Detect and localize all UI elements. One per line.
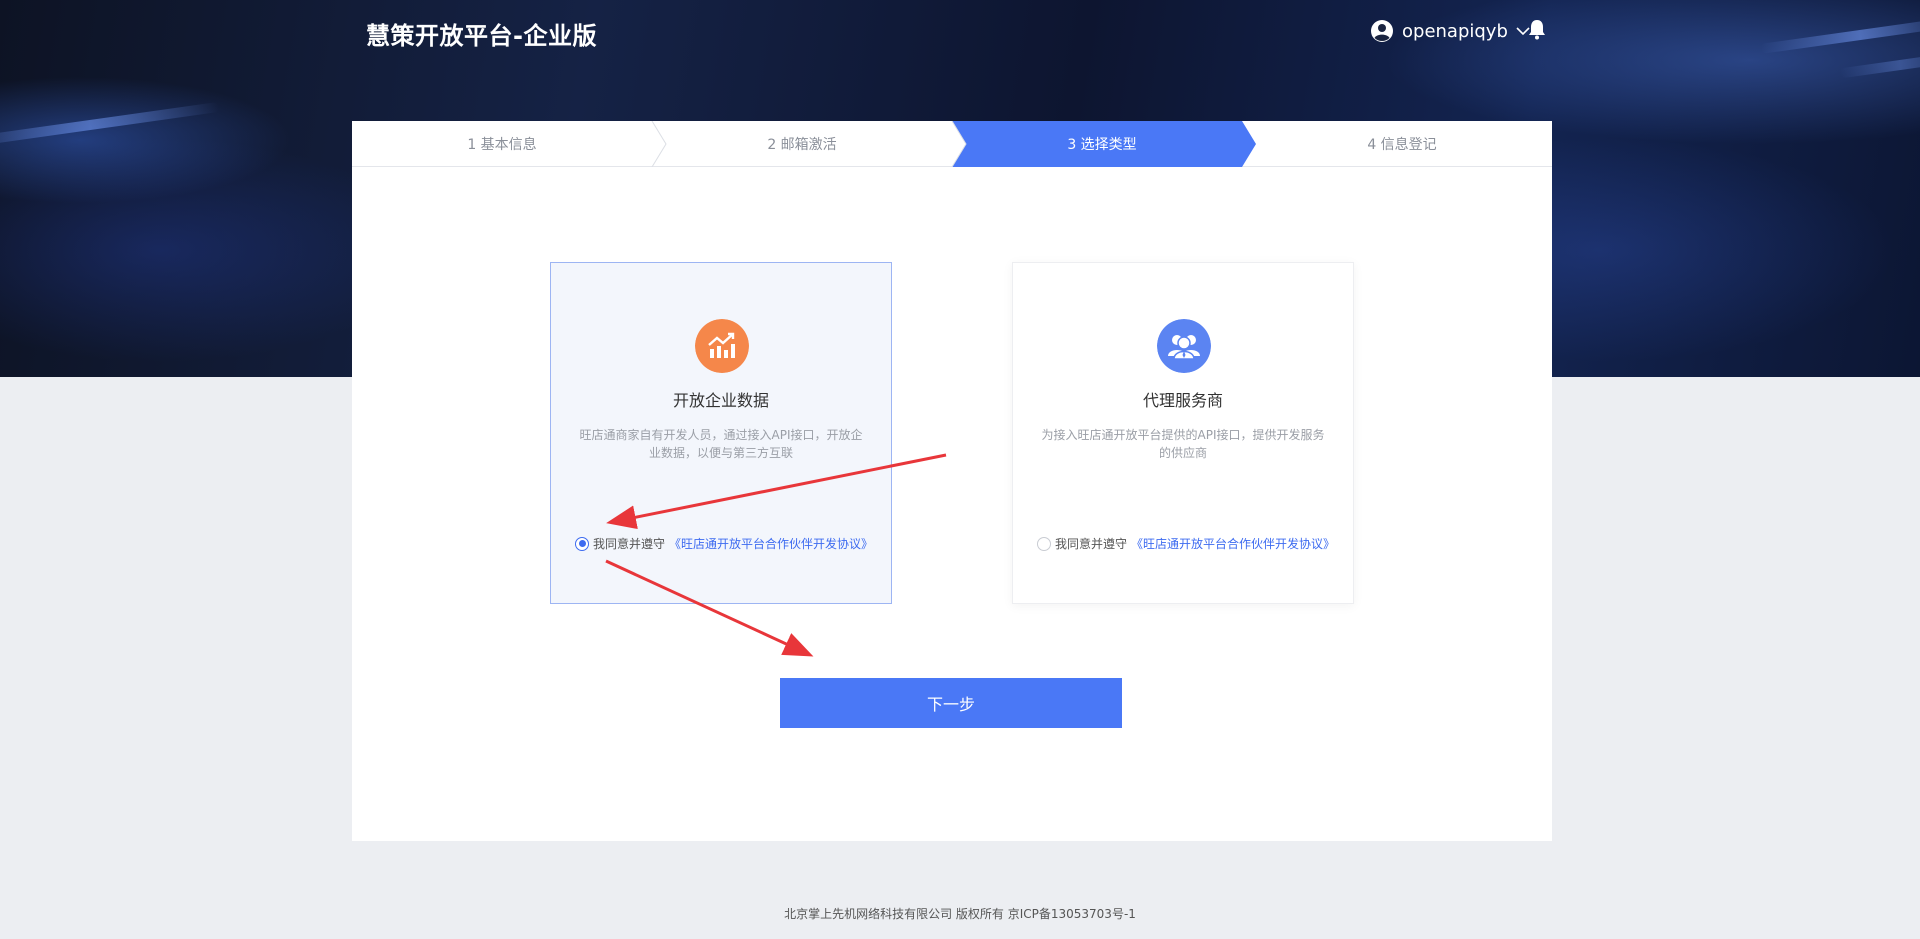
agreement-row: 我同意并遵守 《旺店通开放平台合作伙伴开发协议》 [1037, 535, 1335, 552]
agree-radio[interactable] [575, 536, 589, 551]
agree-text: 我同意并遵守 [593, 537, 666, 551]
next-step-button[interactable]: 下一步 [780, 678, 1122, 728]
step-progress: 1 基本信息 2 邮箱激活 3 选择类型 4 信息登记 [352, 121, 1552, 167]
agree-text: 我同意并遵守 [1055, 537, 1128, 551]
registration-panel: 1 基本信息 2 邮箱激活 3 选择类型 4 信息登记 开放企业数据 旺店通商家… [352, 121, 1552, 841]
option-open-enterprise-data[interactable]: 开放企业数据 旺店通商家自有开发人员，通过接入API接口，开放企业数据，以便与第… [550, 262, 892, 604]
agreement-link[interactable]: 《旺店通开放平台合作伙伴开发协议》 [1131, 535, 1335, 552]
step-select-type: 3 选择类型 [1067, 137, 1137, 153]
option-title: 开放企业数据 [672, 391, 769, 410]
username: openapiqyb [1402, 20, 1508, 42]
step-basic-info: 1 基本信息 [467, 137, 537, 153]
platform-title: 慧策开放平台-企业版 [366, 22, 597, 50]
agree-radio[interactable] [1037, 536, 1051, 551]
bell-icon[interactable] [1527, 18, 1547, 40]
banner-light-streak [1839, 51, 1920, 79]
banner-light-streak [1760, 16, 1920, 54]
option-title: 代理服务商 [1142, 391, 1223, 410]
user-menu[interactable]: openapiqyb [1370, 19, 1530, 43]
banner-light-streak [0, 101, 220, 149]
agreement-row: 我同意并遵守 《旺店通开放平台合作伙伴开发协议》 [575, 535, 873, 552]
service-people-icon [1157, 319, 1211, 373]
option-agent-service-provider[interactable]: 代理服务商 为接入旺店通开放平台提供的API接口，提供开发服务的供应商 我同意并… [1012, 262, 1354, 604]
agreement-link[interactable]: 《旺店通开放平台合作伙伴开发协议》 [669, 535, 873, 552]
option-description: 为接入旺店通开放平台提供的API接口，提供开发服务的供应商 [1041, 428, 1325, 460]
chart-growth-icon [695, 319, 749, 373]
user-avatar-icon [1371, 20, 1393, 42]
step-info-registration: 4 信息登记 [1367, 137, 1437, 153]
option-description: 旺店通商家自有开发人员，通过接入API接口，开放企业数据，以便与第三方互联 [579, 428, 863, 460]
step-email-activation: 2 邮箱激活 [767, 137, 837, 153]
copyright-footer: 北京掌上先机网络科技有限公司 版权所有 京ICP备13053703号-1 [784, 907, 1136, 921]
